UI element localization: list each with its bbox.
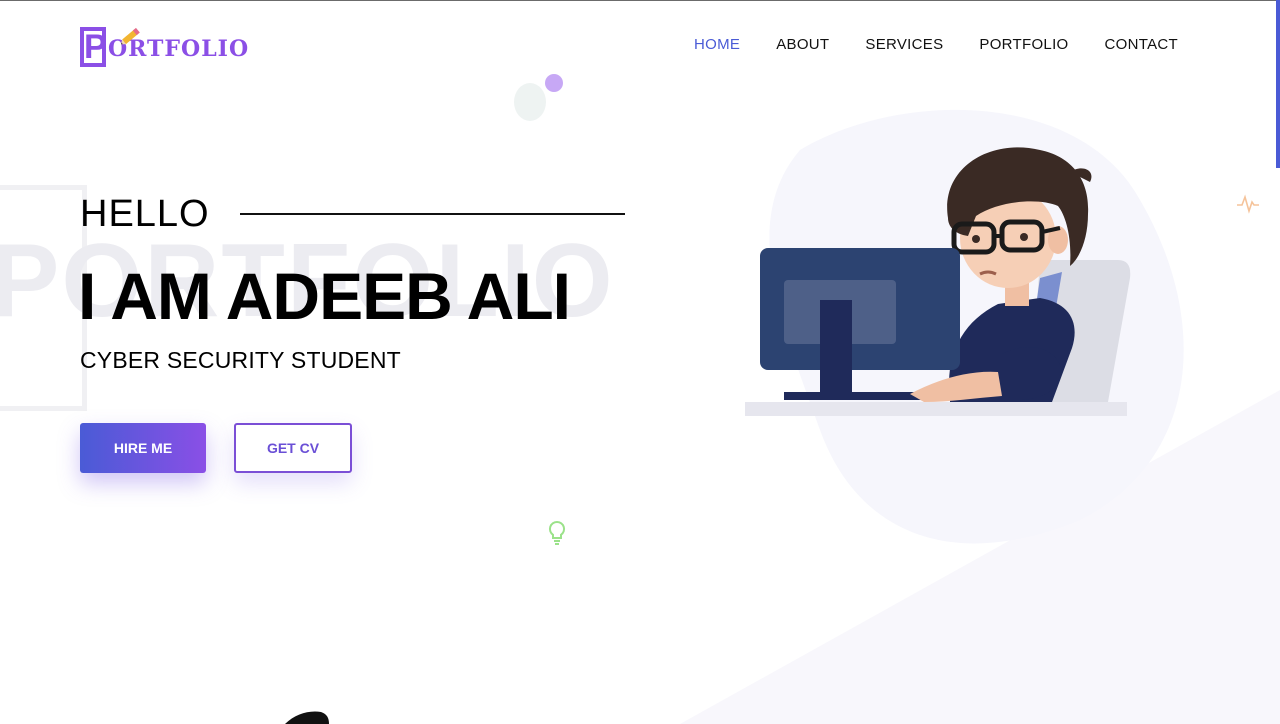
developer-illustration	[745, 147, 1131, 416]
hire-me-button[interactable]: HIRE ME	[80, 423, 206, 473]
lightbulb-icon	[548, 520, 566, 545]
get-cv-button[interactable]: GET CV	[234, 423, 352, 473]
pulse-icon	[1237, 194, 1259, 214]
hero-role: CYBER SECURITY STUDENT	[80, 347, 401, 373]
greeting-divider	[240, 213, 625, 215]
nav-portfolio[interactable]: PORTFOLIO	[979, 36, 1068, 53]
nav-contact[interactable]: CONTACT	[1105, 36, 1178, 53]
hero-greeting: HELLO	[80, 193, 210, 235]
site-logo[interactable]: P ORTFOLIO	[80, 22, 249, 72]
nav-about[interactable]: ABOUT	[776, 36, 829, 53]
pencil-icon	[121, 27, 140, 45]
main-nav: HOME ABOUT SERVICES PORTFOLIO CONTACT	[694, 36, 1178, 53]
nav-home[interactable]: HOME	[694, 36, 740, 53]
floating-bubbles	[514, 74, 563, 121]
hero-name: I AM ADEEB ALI	[78, 259, 571, 333]
logo-initial: P	[80, 27, 107, 67]
corner-shape	[285, 711, 329, 724]
nav-services[interactable]: SERVICES	[865, 36, 943, 53]
